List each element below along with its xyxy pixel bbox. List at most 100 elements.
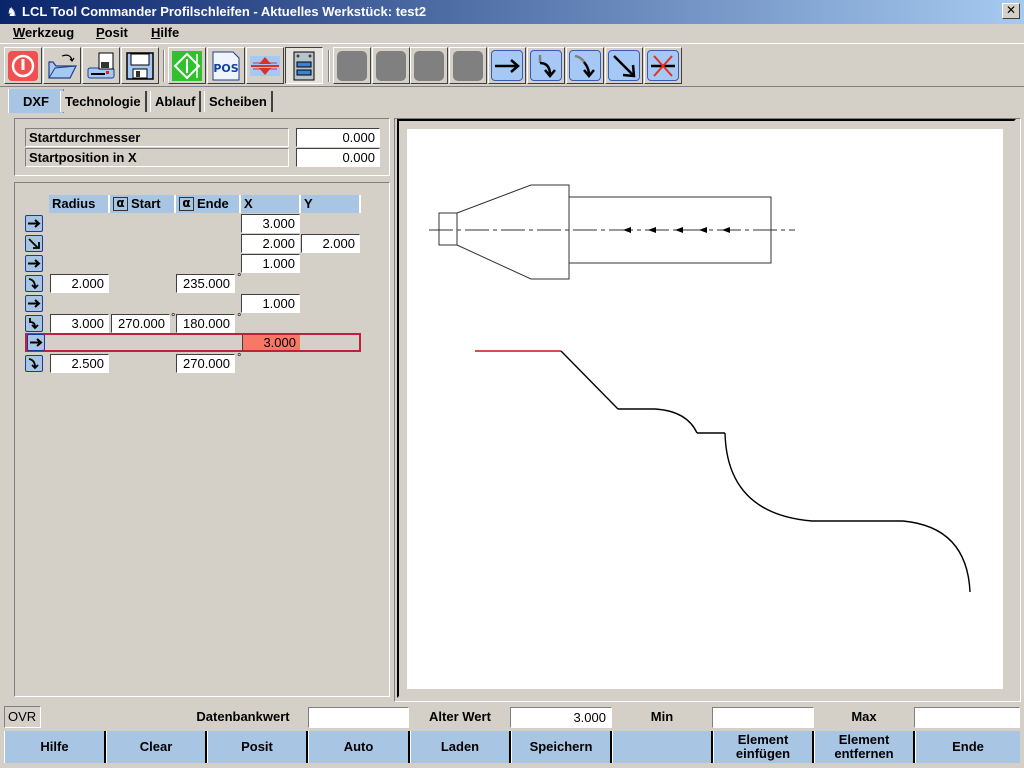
max-field[interactable] (914, 707, 1020, 728)
row-type-arc-convex[interactable] (25, 355, 43, 372)
arc-convex-icon (28, 358, 39, 370)
arrow-diagonal-icon (28, 238, 40, 249)
row-type-line-horizontal[interactable] (25, 255, 43, 272)
blank-icon (337, 50, 367, 81)
fkey-auto[interactable]: Auto (308, 731, 410, 763)
row-type-arc-convex[interactable] (25, 275, 43, 292)
blank-icon (453, 50, 483, 81)
cell-end[interactable]: 270.000 (176, 354, 235, 373)
disabled-button-2 (372, 47, 410, 84)
degree-symbol: ° (237, 352, 242, 364)
add-arc-convex-button[interactable] (566, 47, 604, 84)
arrow-right-icon (30, 338, 43, 347)
tool-cone (456, 184, 570, 280)
profile-segment[interactable] (654, 408, 698, 434)
fkey-laden[interactable]: Laden (410, 731, 511, 763)
database-icon (293, 51, 315, 80)
row-type-line-diagonal[interactable] (25, 235, 43, 252)
menu-label: erkzeug (25, 25, 75, 40)
start-posx-field[interactable]: 0.000 (296, 148, 380, 167)
arrow-right-icon (28, 299, 41, 308)
cell-x[interactable]: 3.000 (241, 214, 300, 233)
fkey-speichern[interactable]: Speichern (511, 731, 612, 763)
fkey-element-entfernen[interactable]: Element entfernen (814, 731, 915, 763)
save-disk-icon (126, 51, 154, 80)
profile-segment[interactable] (724, 432, 813, 522)
profile-drawing (429, 184, 971, 593)
cell-x[interactable]: 1.000 (241, 294, 300, 313)
power-button[interactable] (4, 47, 42, 84)
app-icon: ♞ (6, 5, 18, 19)
delete-element-button[interactable] (644, 47, 682, 84)
row-type-line-horizontal[interactable] (27, 334, 45, 351)
add-arc-concave-button[interactable] (527, 47, 565, 84)
database-value-label: Datenbankwert (196, 709, 290, 724)
open-folder-icon (48, 54, 77, 79)
fkey-empty[interactable] (612, 731, 713, 763)
cell-end[interactable]: 235.000 (176, 274, 235, 293)
start-diameter-field[interactable]: 0.000 (296, 128, 380, 147)
tab-ablauf[interactable]: Ablauf (150, 91, 202, 112)
database-button[interactable] (285, 47, 323, 84)
close-button[interactable]: ✕ (1002, 3, 1020, 19)
add-line-horizontal-button[interactable] (488, 47, 526, 84)
fkey-element-einfuegen[interactable]: Element einfügen (713, 731, 814, 763)
disabled-button-3 (410, 47, 448, 84)
min-field[interactable] (712, 707, 814, 728)
col-x: X (241, 195, 301, 213)
menu-mnemonic: W (13, 25, 26, 40)
cell-radius[interactable]: 2.500 (50, 354, 109, 373)
tool-tip (438, 212, 458, 246)
transfer-button[interactable] (246, 47, 284, 84)
fkey-posit[interactable]: Posit (207, 731, 308, 763)
old-value-field[interactable]: 3.000 (510, 707, 612, 728)
pos-button[interactable]: POS (207, 47, 245, 84)
menu-werkzeug[interactable]: Werkzeug (13, 25, 74, 40)
menu-mnemonic: P (96, 25, 105, 40)
tab-dxf[interactable]: DXF (8, 89, 64, 113)
power-icon (8, 50, 38, 81)
save-button[interactable] (121, 47, 159, 84)
row-type-line-horizontal[interactable] (25, 295, 43, 312)
profile-segment[interactable] (560, 350, 619, 410)
tab-scheiben[interactable]: Scheiben (204, 91, 273, 112)
cell-start[interactable]: 270.000 (111, 314, 170, 333)
old-value-label: Alter Wert (429, 709, 491, 724)
run-button[interactable] (168, 47, 206, 84)
selected-row[interactable]: 3.000 (25, 333, 361, 352)
save-to-device-button[interactable] (82, 47, 120, 84)
arrow-right-icon (28, 219, 41, 228)
run-icon (172, 50, 202, 81)
database-value-field[interactable] (308, 707, 409, 728)
open-button[interactable] (43, 47, 81, 84)
add-line-diagonal-button[interactable] (605, 47, 643, 84)
cell-x-editing[interactable]: 3.000 (242, 335, 300, 350)
arrow-left-icon (648, 227, 656, 233)
row-type-arc-concave[interactable] (25, 315, 43, 332)
cell-end[interactable]: 180.000 (176, 314, 235, 333)
menu-mnemonic: H (151, 25, 161, 40)
max-label: Max (851, 709, 877, 724)
cell-radius[interactable]: 3.000 (50, 314, 109, 333)
tab-technologie[interactable]: Technologie (60, 91, 147, 112)
cell-x[interactable]: 1.000 (241, 254, 300, 273)
profile-segment[interactable] (902, 520, 971, 593)
arrow-left-icon (675, 227, 683, 233)
title-bar: ♞ LCL Tool Commander Profilschleifen - A… (0, 0, 1024, 24)
menu-hilfe[interactable]: Hilfe (151, 25, 179, 40)
drawing-canvas[interactable] (407, 129, 1003, 689)
cell-radius[interactable]: 2.000 (50, 274, 109, 293)
menu-label: ilfe (160, 25, 180, 40)
arrow-left-icon (722, 227, 730, 233)
row-type-line-horizontal[interactable] (25, 215, 43, 232)
fkey-hilfe[interactable]: Hilfe (4, 731, 106, 763)
pos-icon: POS (212, 51, 240, 80)
fkey-clear[interactable]: Clear (106, 731, 207, 763)
cell-y[interactable]: 2.000 (301, 234, 360, 253)
cell-x[interactable]: 2.000 (241, 234, 300, 253)
fkey-ende[interactable]: Ende (915, 731, 1020, 763)
col-radius: Radius (49, 195, 110, 213)
element-table: Radius α Start α Ende X Y 3.000 2.000 2.00… (14, 182, 390, 697)
menu-posit[interactable]: Posit (96, 25, 128, 40)
col-y: Y (301, 195, 361, 213)
